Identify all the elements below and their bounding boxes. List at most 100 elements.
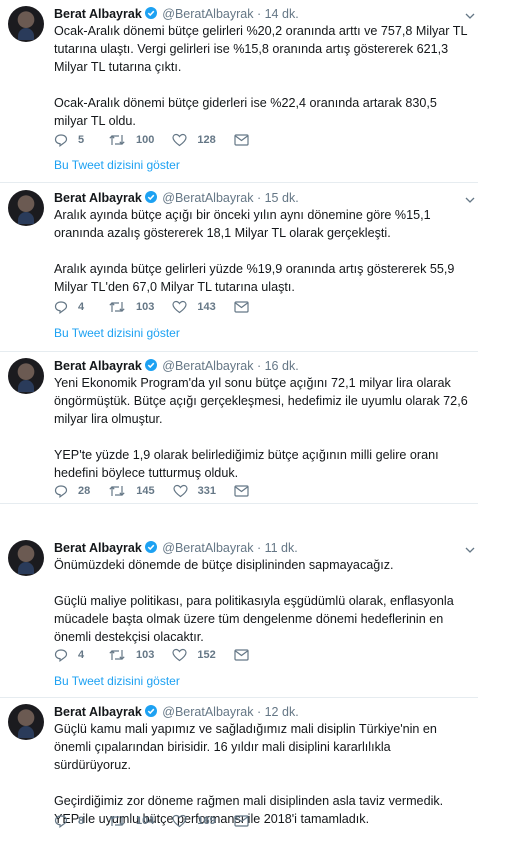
tweet-paragraph: Önümüzdeki dönemde de bütçe disiplininde… [54, 558, 394, 572]
envelope-icon [234, 301, 249, 313]
reply-count: 8 [78, 815, 85, 827]
heart-icon [172, 648, 187, 662]
retweet-count: 100 [136, 134, 155, 146]
envelope-icon [234, 815, 249, 827]
author-handle[interactable]: @BeratAlbayrak [162, 705, 253, 719]
chevron-down-icon[interactable] [464, 544, 476, 556]
tweet-paragraph: Aralık ayında bütçe gelirleri yüzde %19,… [54, 262, 455, 294]
reply-button[interactable]: 5 [54, 133, 90, 147]
divider [0, 351, 478, 352]
retweet-button[interactable]: 103 [108, 648, 154, 662]
retweet-count: 145 [136, 485, 155, 497]
avatar[interactable] [8, 358, 44, 394]
tweet-actions: 4 103 152 [54, 646, 277, 664]
retweet-count: 103 [136, 301, 155, 313]
direct-message-button[interactable] [234, 485, 259, 497]
show-thread-link[interactable]: Bu Tweet dizisini göster [54, 326, 180, 340]
separator-dot: · [256, 705, 262, 719]
reply-count: 4 [78, 301, 85, 313]
direct-message-button[interactable] [234, 301, 259, 313]
separator-dot: · [256, 7, 262, 21]
author-name[interactable]: Berat Albayrak [54, 359, 142, 373]
author-handle[interactable]: @BeratAlbayrak [162, 7, 253, 21]
tweet-timestamp[interactable]: 16 dk. [265, 359, 299, 373]
reply-count: 28 [78, 485, 91, 497]
author-name[interactable]: Berat Albayrak [54, 7, 142, 21]
tweet-timestamp[interactable]: 15 dk. [265, 191, 299, 205]
reply-icon [54, 301, 68, 314]
retweet-icon [109, 302, 125, 312]
show-thread-link[interactable]: Bu Tweet dizisini göster [54, 158, 180, 172]
retweet-button[interactable]: 103 [108, 300, 154, 314]
verified-badge-icon [144, 7, 157, 19]
heart-icon [172, 300, 187, 314]
tweet-paragraph: Güçlü maliye politikası, para politikası… [54, 594, 454, 644]
tweet-timestamp[interactable]: 12 dk. [265, 705, 299, 719]
tweet-header: Berat Albayrak @BeratAlbayrak · 16 dk. [54, 358, 469, 374]
like-count: 331 [197, 485, 216, 497]
tweet-header: Berat Albayrak @BeratAlbayrak · 14 dk. [54, 6, 469, 22]
author-handle[interactable]: @BeratAlbayrak [162, 191, 253, 205]
retweet-button[interactable]: 104 [108, 814, 154, 828]
tweet-header: Berat Albayrak @BeratAlbayrak · 15 dk. [54, 190, 469, 206]
envelope-icon [234, 485, 249, 497]
tweet-header: Berat Albayrak @BeratAlbayrak · 11 dk. [54, 540, 469, 556]
chevron-down-icon[interactable] [464, 194, 476, 206]
retweet-icon [109, 816, 125, 826]
tweet-timestamp[interactable]: 14 dk. [265, 7, 299, 21]
retweet-icon [109, 135, 125, 145]
avatar[interactable] [8, 6, 44, 42]
like-button[interactable]: 152 [172, 648, 216, 662]
heart-icon [173, 484, 188, 498]
separator-dot: · [256, 191, 262, 205]
like-count: 169 [197, 815, 216, 827]
like-button[interactable]: 169 [172, 814, 216, 828]
tweet-paragraph: Aralık ayında bütçe açığı bir önceki yıl… [54, 208, 431, 240]
reply-button[interactable]: 4 [54, 648, 90, 662]
tweet-actions: 4 103 143 [54, 298, 277, 316]
tweet-text: Önümüzdeki dönemde de bütçe disiplininde… [54, 556, 469, 646]
verified-badge-icon [144, 541, 157, 553]
retweet-count: 103 [136, 649, 155, 661]
envelope-icon [234, 134, 249, 146]
retweet-count: 104 [136, 815, 155, 827]
retweet-button[interactable]: 145 [108, 484, 155, 498]
reply-button[interactable]: 8 [54, 814, 90, 828]
verified-badge-icon [144, 359, 157, 371]
section-gap [0, 503, 478, 532]
reply-button[interactable]: 28 [54, 484, 90, 498]
direct-message-button[interactable] [234, 134, 259, 146]
author-handle[interactable]: @BeratAlbayrak [162, 359, 253, 373]
tweet-paragraph: YEP'te yüzde 1,9 olarak belirlediğimiz b… [54, 448, 439, 480]
show-thread-link[interactable]: Bu Tweet dizisini göster [54, 674, 180, 688]
tweet-text: Aralık ayında bütçe açığı bir önceki yıl… [54, 206, 469, 296]
avatar[interactable] [8, 540, 44, 576]
like-button[interactable]: 143 [172, 300, 216, 314]
author-handle[interactable]: @BeratAlbayrak [162, 541, 253, 555]
author-name[interactable]: Berat Albayrak [54, 705, 142, 719]
avatar[interactable] [8, 190, 44, 226]
author-name[interactable]: Berat Albayrak [54, 541, 142, 555]
heart-icon [172, 814, 187, 828]
envelope-icon [234, 649, 249, 661]
reply-button[interactable]: 4 [54, 300, 90, 314]
direct-message-button[interactable] [234, 815, 259, 827]
author-name[interactable]: Berat Albayrak [54, 191, 142, 205]
like-button[interactable]: 331 [173, 484, 216, 498]
retweet-button[interactable]: 100 [108, 133, 154, 147]
tweet-timestamp[interactable]: 11 dk. [265, 541, 298, 555]
separator-dot: · [256, 541, 262, 555]
retweet-icon [109, 650, 125, 660]
tweet-paragraph: Ocak-Aralık dönemi bütçe giderleri ise %… [54, 96, 437, 128]
reply-icon [54, 815, 68, 828]
like-button[interactable]: 128 [172, 133, 216, 147]
tweet-text: Yeni Ekonomik Program'da yıl sonu bütçe … [54, 374, 469, 482]
divider [0, 697, 478, 698]
tweet-paragraph: Güçlü kamu mali yapımız ve sağladığımız … [54, 722, 437, 772]
avatar[interactable] [8, 704, 44, 740]
chevron-down-icon[interactable] [464, 10, 476, 22]
reply-count: 4 [78, 649, 85, 661]
tweet-paragraph: Ocak-Aralık dönemi bütçe gelirleri %20,2… [54, 24, 467, 74]
direct-message-button[interactable] [234, 649, 259, 661]
separator-dot: · [256, 359, 262, 373]
